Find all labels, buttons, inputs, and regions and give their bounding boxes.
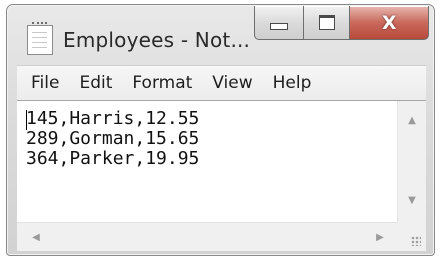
close-button[interactable]: X	[350, 6, 429, 40]
menu-file[interactable]: File	[17, 73, 69, 93]
window-title: Employees - Not...	[63, 28, 251, 52]
menu-help[interactable]: Help	[263, 73, 322, 93]
caption-buttons: X	[254, 6, 429, 40]
text-caret	[26, 110, 27, 130]
text-line: 145,Harris,12.55	[26, 108, 200, 129]
menu-view[interactable]: View	[202, 73, 262, 93]
maximize-icon	[318, 15, 335, 30]
close-icon: X	[381, 11, 397, 34]
menu-bar: File Edit Format View Help	[17, 65, 426, 100]
document-text[interactable]: 145,Harris,12.55 289,Gorman,15.65 364,Park…	[26, 109, 388, 219]
text-editor[interactable]: 145,Harris,12.55 289,Gorman,15.65 364,Park…	[17, 100, 426, 251]
resize-grip-icon[interactable]	[398, 223, 426, 251]
title-bar[interactable]: Employees - Not... X	[7, 5, 434, 65]
text-line: 289,Gorman,15.65	[26, 128, 200, 149]
scroll-up-icon[interactable]: ▲	[398, 111, 426, 129]
vertical-scrollbar[interactable]: ▲ ▼	[397, 101, 426, 223]
notepad-window: Employees - Not... X File Edit Format Vi…	[6, 4, 435, 256]
horizontal-scrollbar[interactable]: ◀ ▶	[17, 222, 398, 251]
scroll-down-icon[interactable]: ▼	[398, 191, 426, 209]
text-line: 364,Parker,19.95	[26, 148, 200, 169]
menu-format[interactable]: Format	[122, 73, 202, 93]
notepad-icon	[27, 22, 53, 55]
scroll-left-icon[interactable]: ◀	[27, 228, 45, 246]
scroll-right-icon[interactable]: ▶	[371, 228, 389, 246]
minimize-button[interactable]	[254, 6, 304, 40]
menu-edit[interactable]: Edit	[69, 73, 122, 93]
minimize-icon	[269, 23, 288, 30]
maximize-button[interactable]	[303, 6, 351, 40]
